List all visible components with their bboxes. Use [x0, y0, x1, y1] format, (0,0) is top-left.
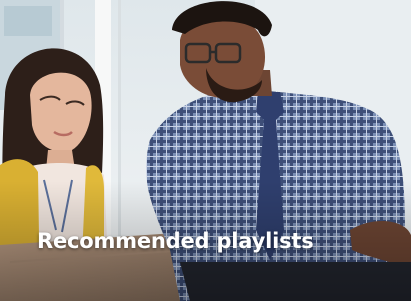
tile-title: Recommended playlists	[37, 229, 314, 253]
recommended-playlists-tile[interactable]: Recommended playlists	[0, 0, 411, 301]
